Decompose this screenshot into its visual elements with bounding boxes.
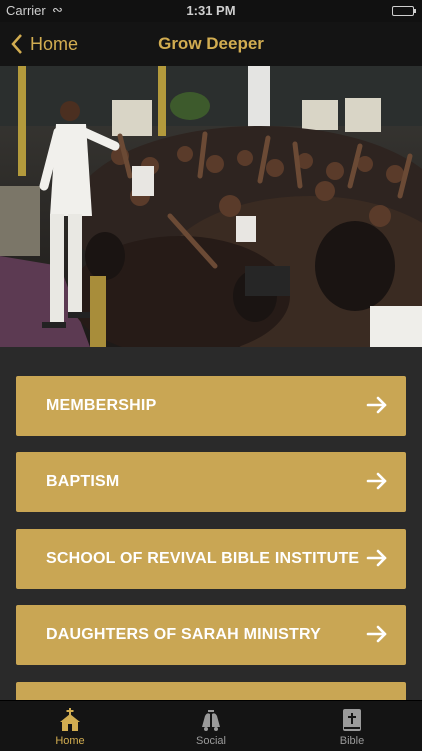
page-title: Grow Deeper	[158, 34, 264, 53]
menu-item-label: BAPTISM	[46, 473, 120, 490]
tab-label: Bible	[339, 735, 365, 747]
status-time: 1:31 PM	[186, 3, 236, 18]
church-icon	[60, 708, 80, 731]
hero-image	[0, 66, 422, 347]
tab-label: Home	[55, 735, 85, 747]
tab-label: Social	[196, 735, 226, 747]
arrow-right-icon	[366, 472, 387, 490]
battery-icon	[392, 6, 416, 16]
menu-item-label: SCHOOL OF REVIVAL BIBLE INSTITUTE	[46, 550, 360, 567]
partial-menu-button[interactable]	[16, 682, 406, 700]
bible-institute-button[interactable]: SCHOOL OF REVIVAL BIBLE INSTITUTE	[16, 529, 406, 589]
daughters-of-sarah-button[interactable]: DAUGHTERS OF SARAH MINISTRY	[16, 605, 406, 665]
menu-list: MEMBERSHIP BAPTISM SCHOOL OF REVIVAL BIB…	[0, 347, 422, 700]
bible-icon	[343, 709, 361, 731]
bells-icon	[202, 710, 220, 731]
menu-item-label: DAUGHTERS OF SARAH MINISTRY	[46, 626, 322, 643]
tab-bible[interactable]: Bible	[282, 701, 422, 751]
arrow-right-icon	[366, 625, 387, 643]
status-bar: Carrier ∾ 1:31 PM	[0, 0, 422, 22]
menu-item-label: MEMBERSHIP	[46, 397, 157, 414]
navigation-bar: Home Grow Deeper	[0, 22, 422, 67]
tab-bar: Home Social Bible	[0, 700, 422, 751]
tab-social[interactable]: Social	[141, 701, 281, 751]
baptism-button[interactable]: BAPTISM	[16, 452, 406, 512]
tab-home[interactable]: Home	[0, 701, 140, 751]
arrow-right-icon	[366, 396, 387, 414]
arrow-right-icon	[366, 549, 387, 567]
membership-button[interactable]: MEMBERSHIP	[16, 376, 406, 436]
